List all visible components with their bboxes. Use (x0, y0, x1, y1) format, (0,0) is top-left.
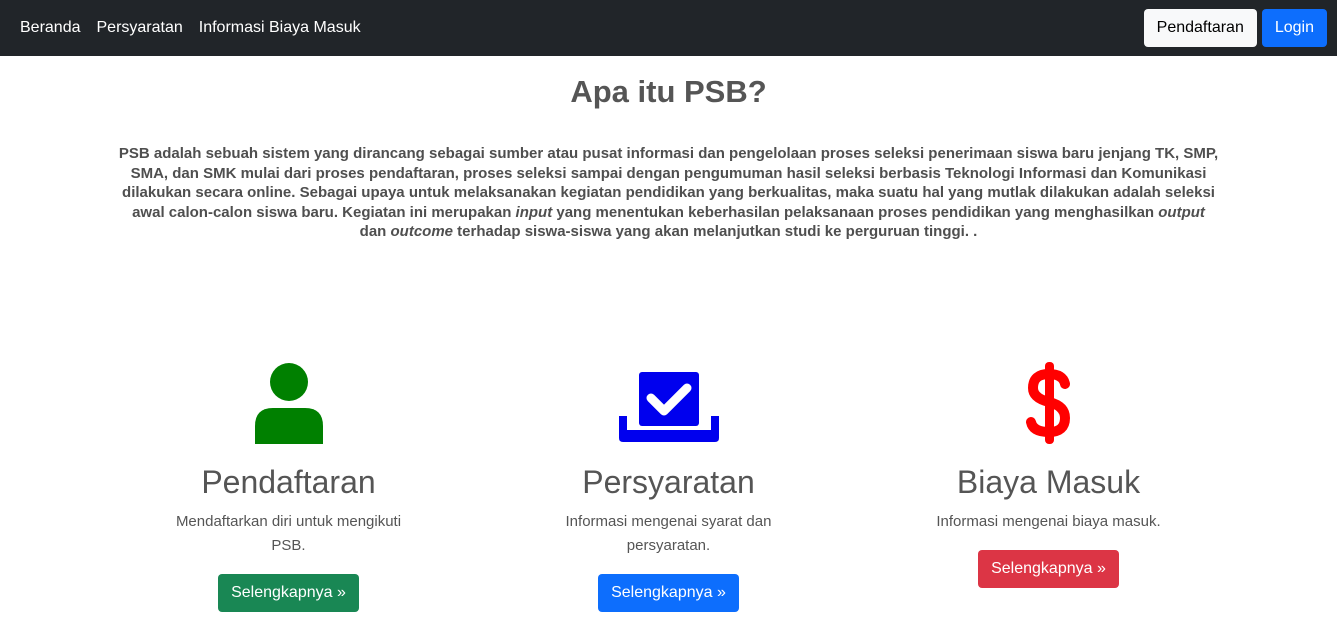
navbar: Beranda Persyaratan Informasi Biaya Masu… (0, 0, 1337, 56)
checkbox-tray-icon (479, 360, 859, 444)
login-button[interactable]: Login (1261, 9, 1327, 47)
page-title: Apa itu PSB? (570, 74, 767, 109)
intro-emphasis-outcome: outcome (390, 223, 454, 240)
feature-description: Mendaftarkan diri untuk mengikuti PSB. (175, 513, 402, 554)
nav-link-beranda[interactable]: Beranda (20, 19, 81, 37)
user-icon (99, 360, 479, 444)
feature-title: Pendaftaran (201, 464, 376, 500)
feature-title: Persyaratan (582, 464, 755, 500)
intro-text-2: yang menentukan keberhasilan pelaksanaan… (552, 203, 1159, 221)
register-button[interactable]: Pendaftaran (1143, 9, 1257, 47)
intro-paragraph: PSB adalah sebuah sistem yang dirancang … (119, 144, 1219, 242)
feature-persyaratan: Persyaratan Informasi mengenai syarat da… (479, 360, 859, 612)
intro-text-4: terhadap siswa-siswa yang akan melanjutk… (453, 223, 978, 240)
intro-text-3: dan (359, 223, 391, 240)
feature-description: Informasi mengenai syarat dan persyarata… (565, 513, 772, 554)
dollar-icon (859, 360, 1239, 444)
feature-description: Informasi mengenai biaya masuk. (936, 513, 1161, 530)
nav-link-persyaratan[interactable]: Persyaratan (97, 19, 183, 37)
feature-biaya-masuk: Biaya Masuk Informasi mengenai biaya mas… (859, 360, 1239, 612)
persyaratan-more-button[interactable]: Selengkapnya » (598, 574, 739, 612)
intro-emphasis-output: output (1158, 203, 1205, 221)
features-section: Pendaftaran Mendaftarkan diri untuk meng… (0, 360, 1337, 612)
nav-link-informasi-biaya-masuk[interactable]: Informasi Biaya Masuk (199, 19, 361, 37)
nav-links: Beranda Persyaratan Informasi Biaya Masu… (20, 19, 361, 37)
biaya-masuk-more-button[interactable]: Selengkapnya » (978, 550, 1119, 588)
intro-emphasis-input: input (515, 203, 553, 221)
feature-pendaftaran: Pendaftaran Mendaftarkan diri untuk meng… (99, 360, 479, 612)
pendaftaran-more-button[interactable]: Selengkapnya » (218, 574, 359, 612)
nav-actions: Pendaftaran Login (1143, 9, 1327, 47)
feature-title: Biaya Masuk (956, 464, 1141, 500)
